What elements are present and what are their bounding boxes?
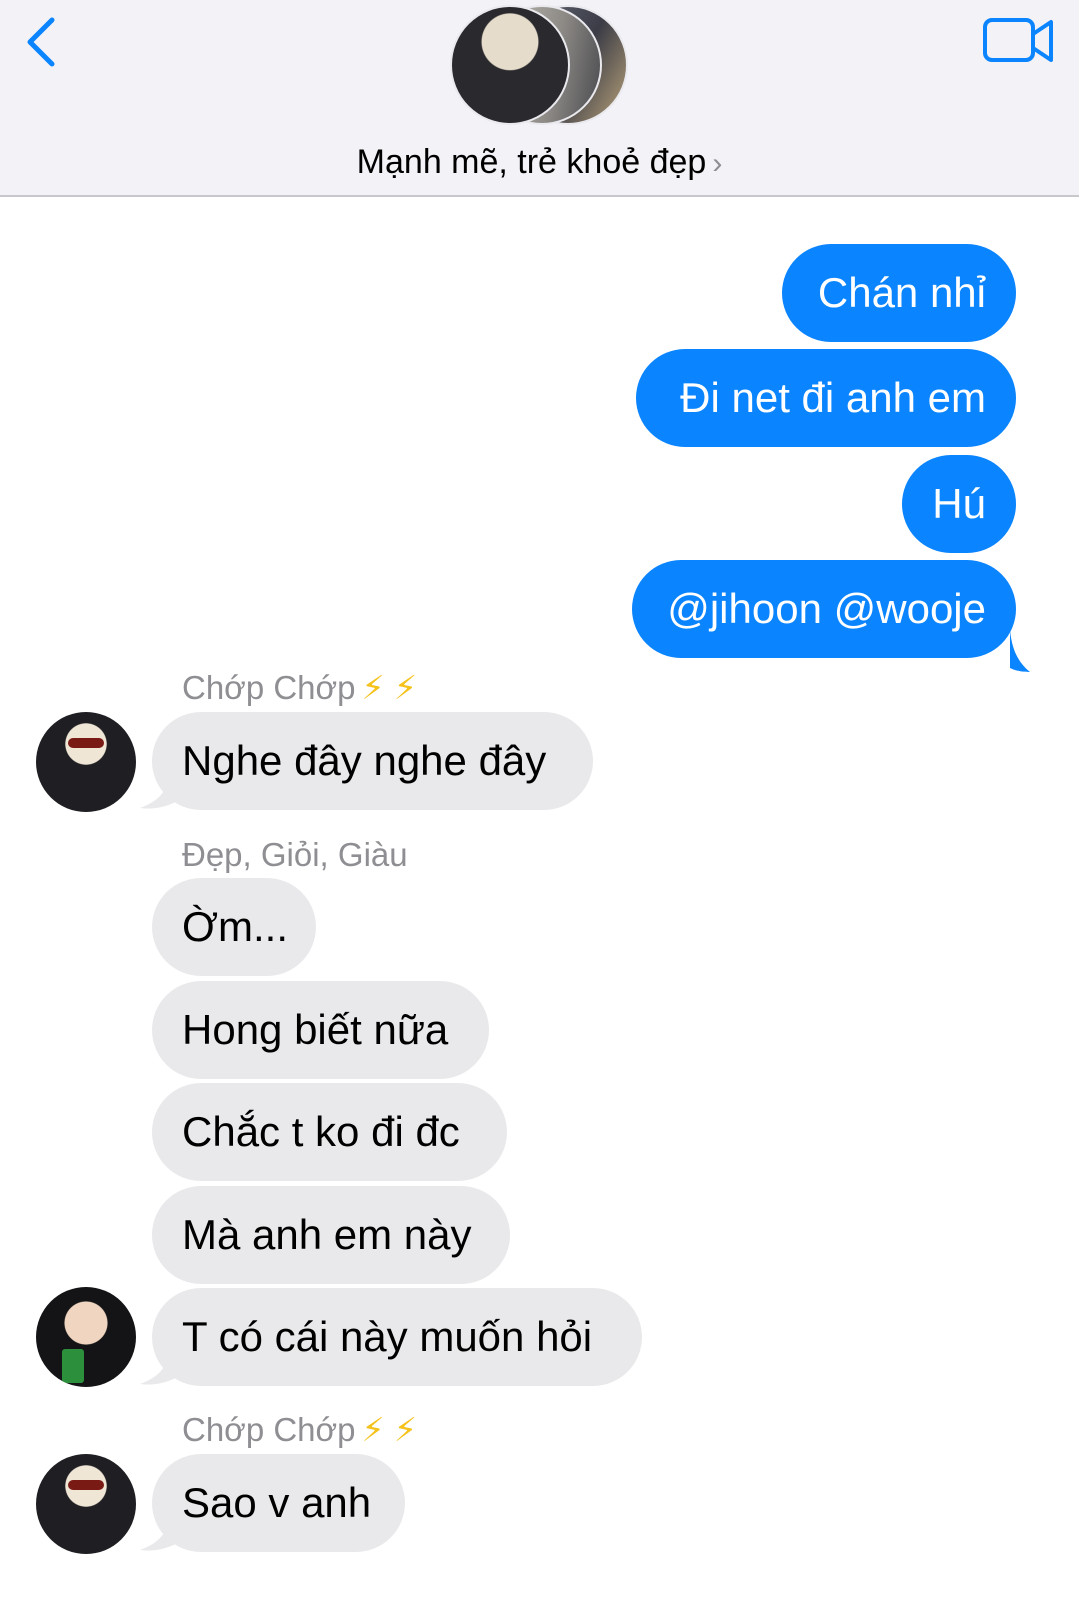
message-bubble-incoming[interactable]: Chắc t ko đi đc	[152, 1083, 507, 1181]
message-text: Chắc t ko đi đc	[182, 1108, 460, 1155]
video-camera-icon	[983, 18, 1053, 62]
avatar[interactable]	[36, 1454, 136, 1554]
bubble-tail	[1010, 630, 1030, 672]
lightning-emoji: ⚡ ⚡	[361, 669, 418, 706]
back-button[interactable]	[22, 14, 62, 70]
message-bubble-incoming[interactable]: T có cái này muốn hỏi	[152, 1288, 642, 1386]
group-name-button[interactable]: Mạnh mẽ, trẻ khoẻ đẹp ›	[0, 143, 1079, 182]
message-text: Đi net đi anh em	[680, 374, 986, 421]
message-text: Nghe đây nghe đây	[182, 737, 547, 784]
group-avatar[interactable]	[450, 5, 630, 127]
message-bubble-outgoing[interactable]: Hú	[902, 455, 1016, 553]
message-text: T có cái này muốn hỏi	[182, 1313, 593, 1360]
message-bubble-outgoing[interactable]: Chán nhỉ	[782, 244, 1016, 342]
message-bubble-outgoing[interactable]: @jihoon @wooje	[632, 560, 1016, 658]
message-bubble-incoming[interactable]: Ờm...	[152, 878, 316, 976]
message-bubble-incoming[interactable]: Mà anh em này	[152, 1186, 510, 1284]
message-text: Ờm...	[182, 903, 289, 950]
group-name: Mạnh mẽ, trẻ khoẻ đẹp	[356, 143, 707, 181]
message-text: @jihoon @wooje	[667, 585, 986, 632]
member-avatar	[450, 5, 570, 125]
message-bubble-incoming[interactable]: Sao v anh	[152, 1454, 405, 1552]
message-bubble-outgoing[interactable]: Đi net đi anh em	[636, 349, 1016, 447]
avatar[interactable]	[36, 712, 136, 812]
bubble-tail	[140, 772, 180, 809]
chevron-right-icon: ›	[712, 147, 723, 180]
message-bubble-incoming[interactable]: Nghe đây nghe đây	[152, 712, 593, 810]
chevron-left-icon	[27, 17, 55, 67]
bubble-tail	[140, 1514, 180, 1551]
sender-name: Chớp Chớp ⚡ ⚡	[182, 1411, 418, 1448]
bubble-tail	[140, 1348, 180, 1385]
message-text: Hú	[932, 480, 986, 527]
video-call-button[interactable]	[982, 16, 1056, 66]
message-bubble-incoming[interactable]: Hong biết nữa	[152, 981, 489, 1079]
message-text: Mà anh em này	[182, 1211, 472, 1258]
lightning-emoji: ⚡ ⚡	[361, 1411, 418, 1448]
chat-header: Mạnh mẽ, trẻ khoẻ đẹp ›	[0, 0, 1079, 197]
message-text: Chán nhỉ	[817, 269, 986, 316]
avatar[interactable]	[36, 1287, 136, 1387]
message-text: Hong biết nữa	[182, 1006, 449, 1053]
message-text: Sao v anh	[182, 1479, 372, 1526]
sender-name: Đẹp, Giỏi, Giàu	[182, 836, 408, 873]
sender-name: Chớp Chớp ⚡ ⚡	[182, 669, 418, 706]
